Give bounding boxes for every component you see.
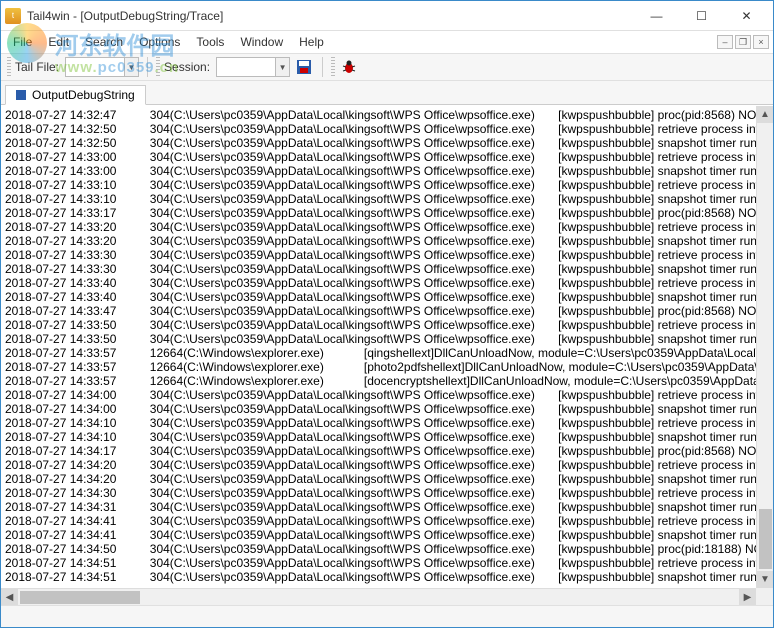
scroll-corner [756,588,773,605]
scroll-track[interactable] [18,589,739,606]
scroll-down-arrow-icon[interactable]: ▼ [757,571,773,588]
debug-button[interactable] [339,57,359,77]
minimize-button[interactable]: — [634,2,679,30]
log-line: 2018-07-27 14:33:57 12664(C:\Windows\exp… [5,360,769,374]
chevron-down-icon[interactable]: ▼ [276,57,290,77]
tab-label: OutputDebugString [32,88,135,102]
log-text-area[interactable]: 2018-07-27 14:32:47 304(C:\Users\pc0359\… [1,106,773,586]
floppy-disk-icon [296,59,312,75]
log-line: 2018-07-27 14:34:41 304(C:\Users\pc0359\… [5,528,769,542]
log-line: 2018-07-27 14:33:40 304(C:\Users\pc0359\… [5,290,769,304]
scroll-up-arrow-icon[interactable]: ▲ [757,106,773,123]
tab-outputdebugstring[interactable]: OutputDebugString [5,85,146,105]
toolbar-grip-icon[interactable] [7,57,11,77]
log-line: 2018-07-27 14:33:17 304(C:\Users\pc0359\… [5,206,769,220]
vertical-scrollbar[interactable]: ▲ ▼ [756,106,773,588]
log-line: 2018-07-27 14:34:51 304(C:\Users\pc0359\… [5,570,769,584]
log-line: 2018-07-27 14:33:00 304(C:\Users\pc0359\… [5,150,769,164]
toolbar-separator [147,57,148,77]
log-line: 2018-07-27 14:33:47 304(C:\Users\pc0359\… [5,304,769,318]
mdi-restore-button[interactable]: ❐ [735,35,751,49]
log-line: 2018-07-27 14:33:50 304(C:\Users\pc0359\… [5,332,769,346]
tail-file-label: Tail File: [15,60,59,74]
scroll-left-arrow-icon[interactable]: ◀ [1,589,18,606]
document-tabs: OutputDebugString [1,81,773,105]
session-value[interactable] [216,57,276,77]
session-label: Session: [164,60,210,74]
stop-icon [16,90,26,100]
log-line: 2018-07-27 14:33:57 12664(C:\Windows\exp… [5,346,769,360]
log-line: 2018-07-27 14:33:20 304(C:\Users\pc0359\… [5,234,769,248]
log-line: 2018-07-27 14:33:10 304(C:\Users\pc0359\… [5,178,769,192]
toolbar: Tail File: ▼ Session: ▼ [1,53,773,81]
titlebar: t Tail4win - [OutputDebugString/Trace] —… [1,1,773,31]
menubar: File Edit Search Options Tools Window He… [1,31,773,53]
window-controls: — ☐ ✕ [634,2,769,30]
toolbar-separator [322,57,323,77]
app-icon: t [5,8,21,24]
bug-icon [341,59,357,75]
log-line: 2018-07-27 14:33:40 304(C:\Users\pc0359\… [5,276,769,290]
log-line: 2018-07-27 14:34:20 304(C:\Users\pc0359\… [5,458,769,472]
log-line: 2018-07-27 14:34:41 304(C:\Users\pc0359\… [5,514,769,528]
log-line: 2018-07-27 14:34:50 304(C:\Users\pc0359\… [5,542,769,556]
log-line: 2018-07-27 14:33:50 304(C:\Users\pc0359\… [5,318,769,332]
log-line: 2018-07-27 14:33:00 304(C:\Users\pc0359\… [5,164,769,178]
tail-file-dropdown[interactable]: ▼ [65,57,139,77]
log-line: 2018-07-27 14:33:30 304(C:\Users\pc0359\… [5,262,769,276]
log-line: 2018-07-27 14:34:00 304(C:\Users\pc0359\… [5,388,769,402]
menu-edit[interactable]: Edit [40,33,77,51]
menu-file[interactable]: File [5,33,40,51]
log-line: 2018-07-27 14:33:20 304(C:\Users\pc0359\… [5,220,769,234]
mdi-controls: – ❐ × [717,35,769,49]
log-line: 2018-07-27 14:33:10 304(C:\Users\pc0359\… [5,192,769,206]
menu-search[interactable]: Search [77,33,131,51]
log-line: 2018-07-27 14:33:57 12664(C:\Windows\exp… [5,374,769,388]
scroll-track[interactable] [757,123,773,571]
tail-file-value[interactable] [65,57,125,77]
log-line: 2018-07-27 14:34:30 304(C:\Users\pc0359\… [5,486,769,500]
save-button[interactable] [294,57,314,77]
session-dropdown[interactable]: ▼ [216,57,290,77]
close-button[interactable]: ✕ [724,2,769,30]
toolbar-grip-icon[interactable] [156,57,160,77]
log-line: 2018-07-27 14:33:30 304(C:\Users\pc0359\… [5,248,769,262]
log-line: 2018-07-27 14:34:20 304(C:\Users\pc0359\… [5,472,769,486]
statusbar [1,605,773,627]
log-view: 2018-07-27 14:32:47 304(C:\Users\pc0359\… [1,105,773,605]
mdi-minimize-button[interactable]: – [717,35,733,49]
menu-help[interactable]: Help [291,33,332,51]
log-line: 2018-07-27 14:32:50 304(C:\Users\pc0359\… [5,122,769,136]
maximize-button[interactable]: ☐ [679,2,724,30]
mdi-close-button[interactable]: × [753,35,769,49]
toolbar-grip-icon[interactable] [331,57,335,77]
menu-options[interactable]: Options [131,33,188,51]
horizontal-scrollbar[interactable]: ◀ ▶ [1,588,756,605]
window-title: Tail4win - [OutputDebugString/Trace] [27,9,634,23]
log-line: 2018-07-27 14:34:17 304(C:\Users\pc0359\… [5,444,769,458]
scroll-right-arrow-icon[interactable]: ▶ [739,589,756,606]
log-line: 2018-07-27 14:34:10 304(C:\Users\pc0359\… [5,430,769,444]
scroll-thumb[interactable] [20,591,140,604]
menu-window[interactable]: Window [232,33,291,51]
scroll-thumb[interactable] [759,509,772,569]
log-line: 2018-07-27 14:34:00 304(C:\Users\pc0359\… [5,402,769,416]
chevron-down-icon[interactable]: ▼ [125,57,139,77]
log-line: 2018-07-27 14:34:10 304(C:\Users\pc0359\… [5,416,769,430]
menu-tools[interactable]: Tools [188,33,232,51]
log-line: 2018-07-27 14:32:50 304(C:\Users\pc0359\… [5,136,769,150]
log-line: 2018-07-27 14:32:47 304(C:\Users\pc0359\… [5,108,769,122]
log-line: 2018-07-27 14:34:51 304(C:\Users\pc0359\… [5,556,769,570]
log-line: 2018-07-27 14:34:31 304(C:\Users\pc0359\… [5,500,769,514]
